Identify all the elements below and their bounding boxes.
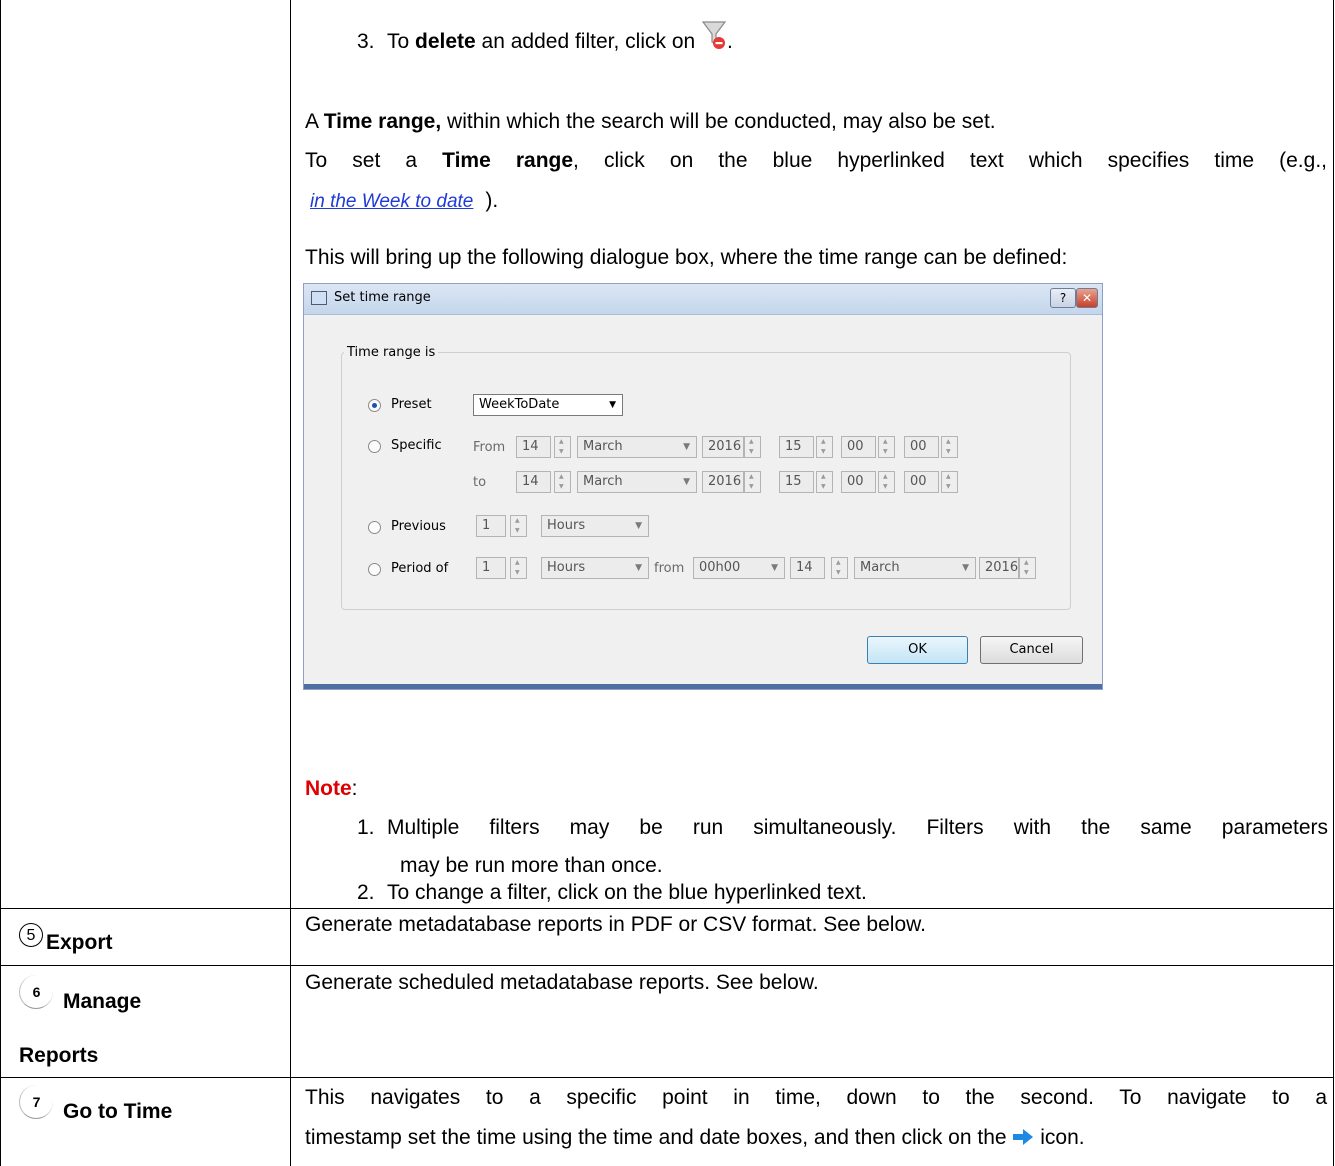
to-year-spinner[interactable] <box>744 471 761 493</box>
dialog-intro: This will bring up the following dialogu… <box>305 246 1068 269</box>
previous-label: Previous <box>391 519 446 534</box>
specific-radio[interactable] <box>368 440 381 453</box>
table-column-divider <box>290 0 291 1166</box>
to-minute-field[interactable]: 00 <box>841 471 876 493</box>
manage-reports-description: Generate scheduled metadatabase reports.… <box>305 971 819 994</box>
go-to-time-description-line-2: timestamp set the time using the time an… <box>305 1125 1085 1149</box>
chevron-down-icon: ▼ <box>609 400 616 410</box>
period-year-field[interactable]: 2016 <box>979 557 1019 579</box>
from-minute-spinner[interactable] <box>878 436 895 458</box>
to-day-spinner[interactable] <box>554 471 571 493</box>
from-year-field[interactable]: 2016 <box>702 436 744 458</box>
dialog-title-bar: Set time range ? ✕ <box>304 284 1102 315</box>
preset-select[interactable]: WeekToDate ▼ <box>473 394 623 416</box>
funnel-delete-icon <box>701 20 727 50</box>
note-item-1-line-1: 1. Multiple filters may be run simultaneo… <box>357 816 1328 839</box>
row-divider-1 <box>0 908 1334 909</box>
clock-dialog-icon <box>311 291 327 305</box>
note-heading: Note: <box>305 777 358 800</box>
from-year-spinner[interactable] <box>744 436 761 458</box>
period-radio[interactable] <box>368 563 381 576</box>
note-item-2: 2. To change a filter, click on the blue … <box>357 881 867 904</box>
chevron-down-icon: ▼ <box>962 563 969 573</box>
marker-5: 5 <box>19 923 43 948</box>
previous-radio[interactable] <box>368 521 381 534</box>
chevron-down-icon: ▼ <box>771 563 778 573</box>
row-divider-3 <box>0 1077 1334 1078</box>
to-second-spinner[interactable] <box>941 471 958 493</box>
marker-6: 6 <box>19 975 53 1009</box>
to-hour-field[interactable]: 15 <box>779 471 814 493</box>
from-label: From <box>473 440 506 455</box>
period-time-select[interactable]: 00h00 ▼ <box>693 557 785 579</box>
to-minute-spinner[interactable] <box>878 471 895 493</box>
cancel-button[interactable]: Cancel <box>980 636 1083 664</box>
marker-7: 7 <box>19 1085 53 1119</box>
from-month-select[interactable]: March ▼ <box>577 436 697 458</box>
chevron-down-icon: ▼ <box>683 442 690 452</box>
period-unit-select[interactable]: Hours ▼ <box>541 557 649 579</box>
chevron-down-icon: ▼ <box>635 563 642 573</box>
group-label: Time range is <box>344 345 439 360</box>
note-item-1-line-2: may be run more than once. <box>400 854 663 877</box>
specific-label: Specific <box>391 438 442 453</box>
to-month-select[interactable]: March ▼ <box>577 471 697 493</box>
right-arrow-icon <box>1012 1125 1034 1145</box>
preset-radio[interactable] <box>368 399 381 412</box>
dialog-bottom-edge <box>304 684 1102 689</box>
period-value-spinner[interactable] <box>510 557 527 579</box>
delete-filter-step: 3. To delete an added filter, click on . <box>357 20 733 57</box>
manage-reports-label-cell: 6 Manage <box>19 975 141 1013</box>
period-month-select[interactable]: March ▼ <box>854 557 976 579</box>
manage-reports-label-line-2: Reports <box>19 1044 99 1067</box>
previous-unit-select[interactable]: Hours ▼ <box>541 515 649 537</box>
to-day-field[interactable]: 14 <box>516 471 551 493</box>
time-range-example: in the Week to date). <box>310 189 499 212</box>
go-to-time-label-cell: 7 Go to Time <box>19 1085 172 1123</box>
period-year-spinner[interactable] <box>1019 557 1036 579</box>
table-border-right <box>1333 0 1334 1166</box>
previous-value-field[interactable]: 1 <box>476 515 506 537</box>
from-minute-field[interactable]: 00 <box>841 436 876 458</box>
from-second-field[interactable]: 00 <box>904 436 939 458</box>
dialog-title: Set time range <box>334 290 431 305</box>
from-hour-spinner[interactable] <box>816 436 833 458</box>
previous-value-spinner[interactable] <box>510 515 527 537</box>
period-label: Period of <box>391 561 449 576</box>
week-to-date-link[interactable]: in the Week to date <box>310 191 473 212</box>
period-day-spinner[interactable] <box>831 557 848 579</box>
period-day-field[interactable]: 14 <box>790 557 825 579</box>
to-year-field[interactable]: 2016 <box>702 471 744 493</box>
period-from-label: from <box>654 561 685 576</box>
export-label-cell: 5 Export <box>19 920 113 954</box>
time-range-instruction: To set a Time range, click on the blue h… <box>305 149 1327 172</box>
to-second-field[interactable]: 00 <box>904 471 939 493</box>
to-label: to <box>473 475 487 490</box>
from-second-spinner[interactable] <box>941 436 958 458</box>
row-divider-2 <box>0 965 1334 966</box>
help-button[interactable]: ? <box>1050 288 1076 308</box>
close-button[interactable]: ✕ <box>1076 288 1098 308</box>
export-description: Generate metadatabase reports in PDF or … <box>305 913 926 936</box>
set-time-range-dialog: Set time range ? ✕ Time range is Preset … <box>303 283 1103 690</box>
chevron-down-icon: ▼ <box>683 477 690 487</box>
period-value-field[interactable]: 1 <box>476 557 506 579</box>
ok-button[interactable]: OK <box>867 636 968 664</box>
from-hour-field[interactable]: 15 <box>779 436 814 458</box>
from-day-spinner[interactable] <box>554 436 571 458</box>
time-range-intro: A Time range, within which the search wi… <box>305 110 996 133</box>
from-day-field[interactable]: 14 <box>516 436 551 458</box>
table-border-left <box>0 0 1 1166</box>
preset-label: Preset <box>391 397 432 412</box>
to-hour-spinner[interactable] <box>816 471 833 493</box>
go-to-time-description-line-1: This navigates to a specific point in ti… <box>305 1086 1327 1109</box>
chevron-down-icon: ▼ <box>635 521 642 531</box>
